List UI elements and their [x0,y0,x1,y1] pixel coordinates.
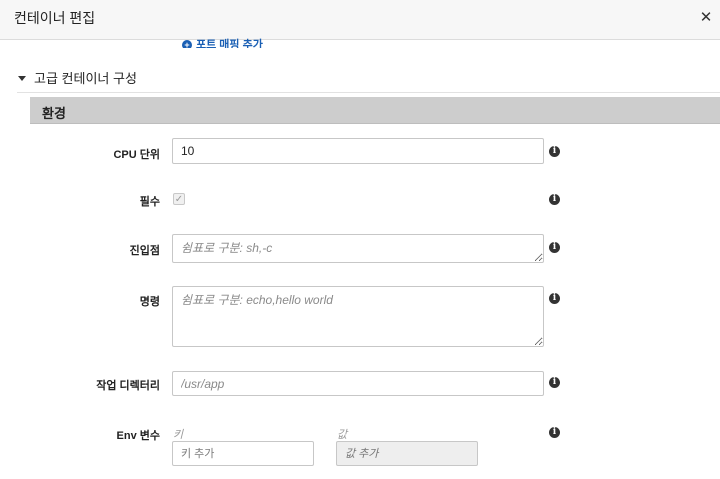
working-directory-input[interactable] [172,371,544,396]
cpu-units-info-icon[interactable]: i [549,146,560,157]
env-vars-label: Env 변수 [116,430,160,442]
modal-header: 컨테이너 편집 ✕ [0,0,720,40]
essential-label: 필수 [139,196,160,208]
env-key-input[interactable] [172,441,314,466]
entrypoint-info-icon[interactable]: i [549,242,560,253]
working-directory-label: 작업 디렉터리 [96,380,160,392]
add-port-mapping-link[interactable]: + 포트 매핑 추가 [182,36,263,48]
add-port-mapping-label: 포트 매핑 추가 [196,39,263,48]
environment-section-header: 환경 [30,97,720,124]
environment-section-title: 환경 [42,106,66,121]
command-label: 명령 [139,296,160,308]
close-icon: ✕ [699,9,713,26]
advanced-config-title: 고급 컨테이너 구성 [34,71,137,86]
modal-title: 컨테이너 편집 [14,10,96,26]
essential-info-icon[interactable]: i [549,194,560,205]
plus-circle-icon: + [182,40,192,48]
entrypoint-label: 진입점 [129,245,160,257]
command-textarea[interactable] [172,286,544,347]
env-vars-info-icon[interactable]: i [549,427,560,438]
command-info-icon[interactable]: i [549,293,560,304]
working-directory-info-icon[interactable]: i [549,377,560,388]
env-key-header: 키 [173,429,184,441]
cpu-units-label: CPU 단위 [113,149,160,161]
cpu-units-input[interactable] [172,138,544,164]
env-value-header: 값 [337,429,348,441]
env-value-input[interactable] [336,441,478,466]
caret-down-icon [18,76,26,81]
entrypoint-textarea[interactable] [172,234,544,263]
essential-checkbox[interactable]: ✓ [173,193,185,205]
advanced-config-toggle[interactable]: 고급 컨테이너 구성 [18,68,137,87]
close-button[interactable]: ✕ [698,10,714,26]
section-divider [17,92,720,93]
